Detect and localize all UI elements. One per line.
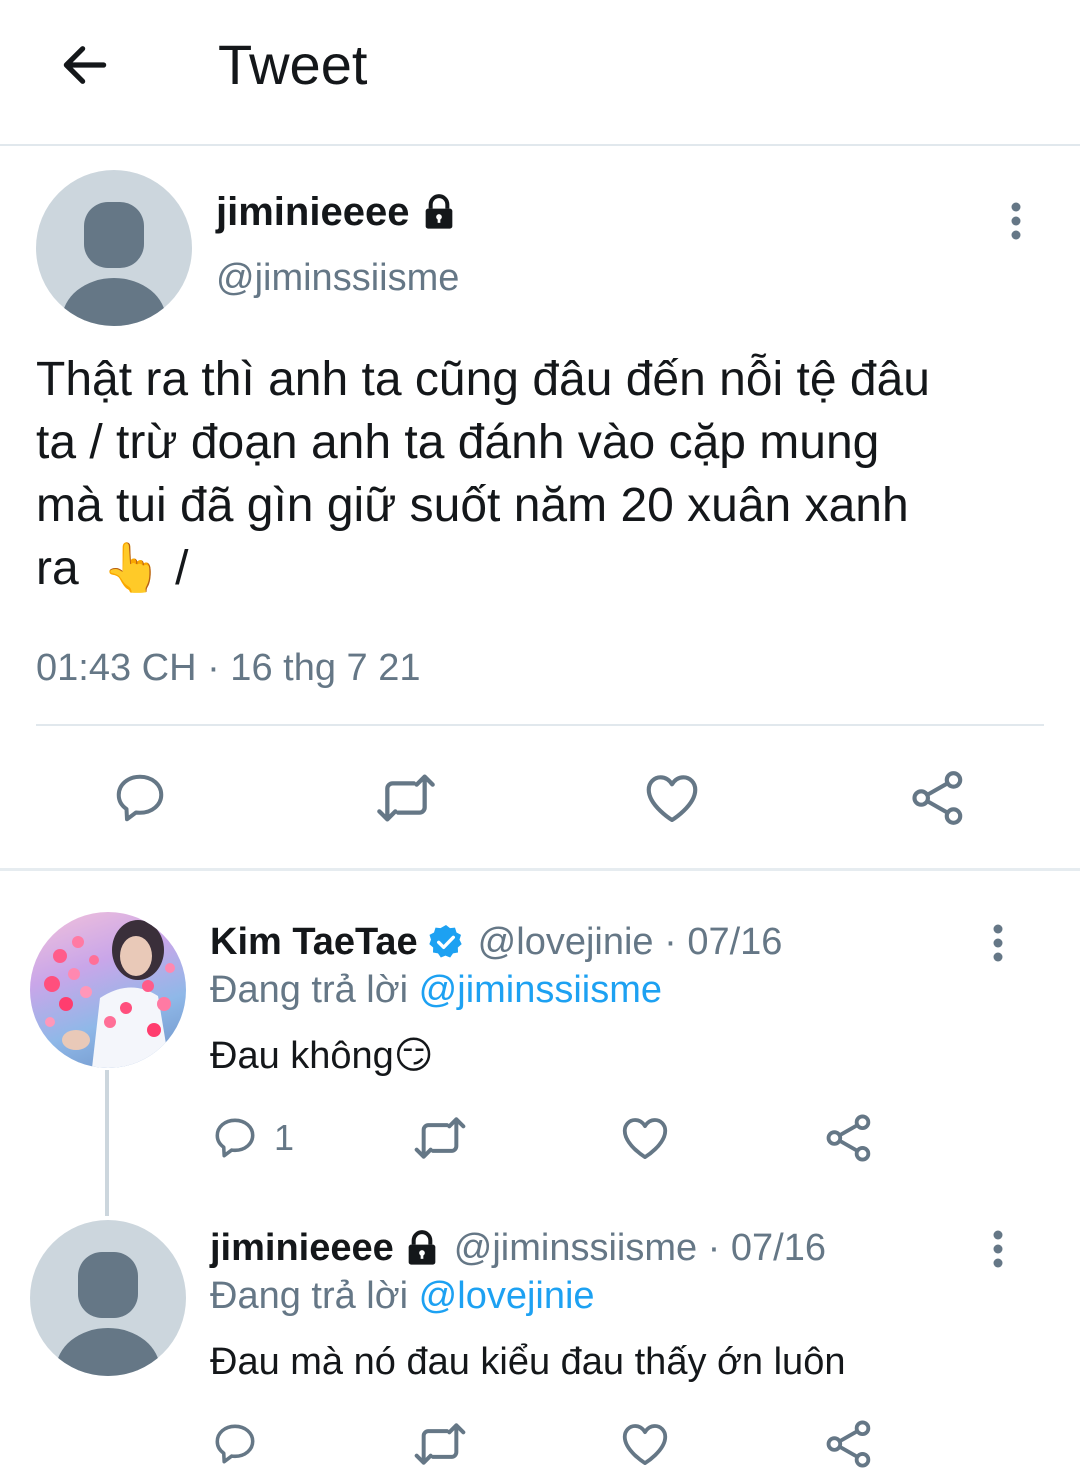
tweet-text-line: ra 👆 /	[36, 537, 1046, 600]
replying-to-label: Đang trả lời	[210, 969, 409, 1011]
thread-connector-line	[105, 1070, 109, 1216]
tweet-text: Thật ra thì anh ta cũng đâu đến nỗi tệ đ…	[36, 348, 1046, 600]
top-app-bar: Tweet	[0, 0, 1080, 146]
tweet-text-line: ta / trừ đoạn anh ta đánh vào cặp mung	[36, 416, 880, 469]
retweet-icon	[414, 1117, 466, 1159]
avatar[interactable]	[36, 170, 192, 326]
tweet-timestamp[interactable]: 01:43 CH · 16 thg 7 21	[36, 644, 420, 692]
reply-count: 1	[274, 1117, 295, 1158]
lock-icon	[402, 1228, 442, 1268]
share-button[interactable]	[822, 1108, 876, 1168]
back-button[interactable]	[50, 30, 120, 100]
reply-tweet[interactable]: Kim TaeTae @lovejinie · 07/16 Đang trả l…	[0, 912, 1080, 1198]
page-title: Tweet	[218, 33, 368, 96]
avatar[interactable]	[30, 1220, 186, 1376]
divider	[36, 724, 1044, 726]
avatar[interactable]	[30, 912, 186, 1068]
heart-icon	[646, 775, 698, 823]
more-vertical-icon	[993, 924, 1003, 962]
retweet-icon	[377, 774, 435, 822]
mention-link[interactable]: @lovejinie	[419, 1275, 595, 1317]
reply-icon	[215, 1118, 255, 1158]
reply-tweet[interactable]: jiminieeee @jiminssiisme · 07/16 Đang tr…	[0, 1220, 1080, 1484]
mention-link[interactable]: @jiminssiisme	[419, 969, 662, 1011]
reply-button[interactable]: 1	[210, 1108, 294, 1168]
retweet-button[interactable]	[412, 1414, 468, 1474]
reply-header: Kim TaeTae @lovejinie · 07/16	[210, 918, 782, 966]
more-options-button[interactable]	[996, 196, 1036, 246]
retweet-icon	[414, 1423, 466, 1465]
like-button[interactable]	[618, 1414, 672, 1474]
share-button[interactable]	[822, 1414, 876, 1474]
reply-button[interactable]	[100, 758, 180, 838]
reply-action-bar	[0, 1414, 1080, 1474]
share-button[interactable]	[898, 758, 978, 838]
like-button[interactable]	[632, 758, 712, 838]
replying-to-label: Đang trả lời	[210, 1275, 409, 1317]
reply-action-bar: 1	[0, 1108, 1080, 1168]
share-icon	[826, 1114, 871, 1162]
share-icon	[826, 1420, 871, 1468]
share-icon	[912, 771, 963, 825]
reply-text: Đau mà nó đau kiểu đau thấy ớn luôn	[210, 1341, 846, 1383]
reply-handle-date: @lovejinie · 07/16	[477, 921, 783, 963]
author-name[interactable]: jiminieeee	[216, 188, 459, 236]
heart-icon	[622, 1424, 668, 1466]
reply-button[interactable]	[210, 1414, 260, 1474]
reply-author-name[interactable]: Kim TaeTae	[210, 918, 418, 966]
author-handle[interactable]: @jiminssiisme	[216, 254, 459, 302]
reply-header: jiminieeee @jiminssiisme · 07/16	[210, 1224, 826, 1272]
more-vertical-icon	[993, 1230, 1003, 1268]
reply-handle-date: @jiminssiisme · 07/16	[453, 1227, 826, 1269]
more-vertical-icon	[1011, 202, 1021, 240]
heart-icon	[622, 1118, 668, 1160]
reply-icon	[215, 1424, 255, 1464]
default-avatar-icon	[56, 1252, 160, 1376]
replying-to: Đang trả lời @lovejinie	[210, 1272, 595, 1320]
lock-icon	[419, 192, 459, 232]
like-button[interactable]	[618, 1108, 672, 1168]
tweet-text-fragment: ra	[36, 542, 79, 595]
reply-text: Đau không😏	[210, 1030, 433, 1082]
pointing-up-emoji: 👆	[102, 542, 162, 595]
tweet-text-line: Thật ra thì anh ta cũng đâu đến nỗi tệ đ…	[36, 353, 930, 406]
profile-photo	[44, 920, 175, 1068]
retweet-button[interactable]	[412, 1108, 468, 1168]
more-options-button[interactable]	[978, 918, 1018, 968]
tweet-action-bar	[0, 758, 1080, 838]
tweet-text-line: mà tui đã gìn giữ suốt năm 20 xuân xanh	[36, 479, 909, 532]
retweet-button[interactable]	[366, 758, 446, 838]
more-options-button[interactable]	[978, 1224, 1018, 1274]
reply-author-name[interactable]: jiminieeee	[210, 1224, 394, 1272]
main-tweet: jiminieeee @jiminssiisme Thật ra thì anh…	[0, 148, 1080, 870]
reply-text-content: Đau không	[210, 1035, 394, 1077]
section-divider	[0, 868, 1080, 871]
smirk-emoji: 😏	[393, 1035, 434, 1077]
verified-badge-icon	[426, 922, 466, 962]
tweet-text-fragment: /	[175, 542, 189, 595]
default-avatar-icon	[62, 202, 166, 326]
reply-icon	[116, 774, 164, 822]
replying-to: Đang trả lời @jiminssiisme	[210, 966, 662, 1014]
author-name-text: jiminieeee	[216, 190, 410, 234]
arrow-left-icon	[63, 46, 107, 84]
